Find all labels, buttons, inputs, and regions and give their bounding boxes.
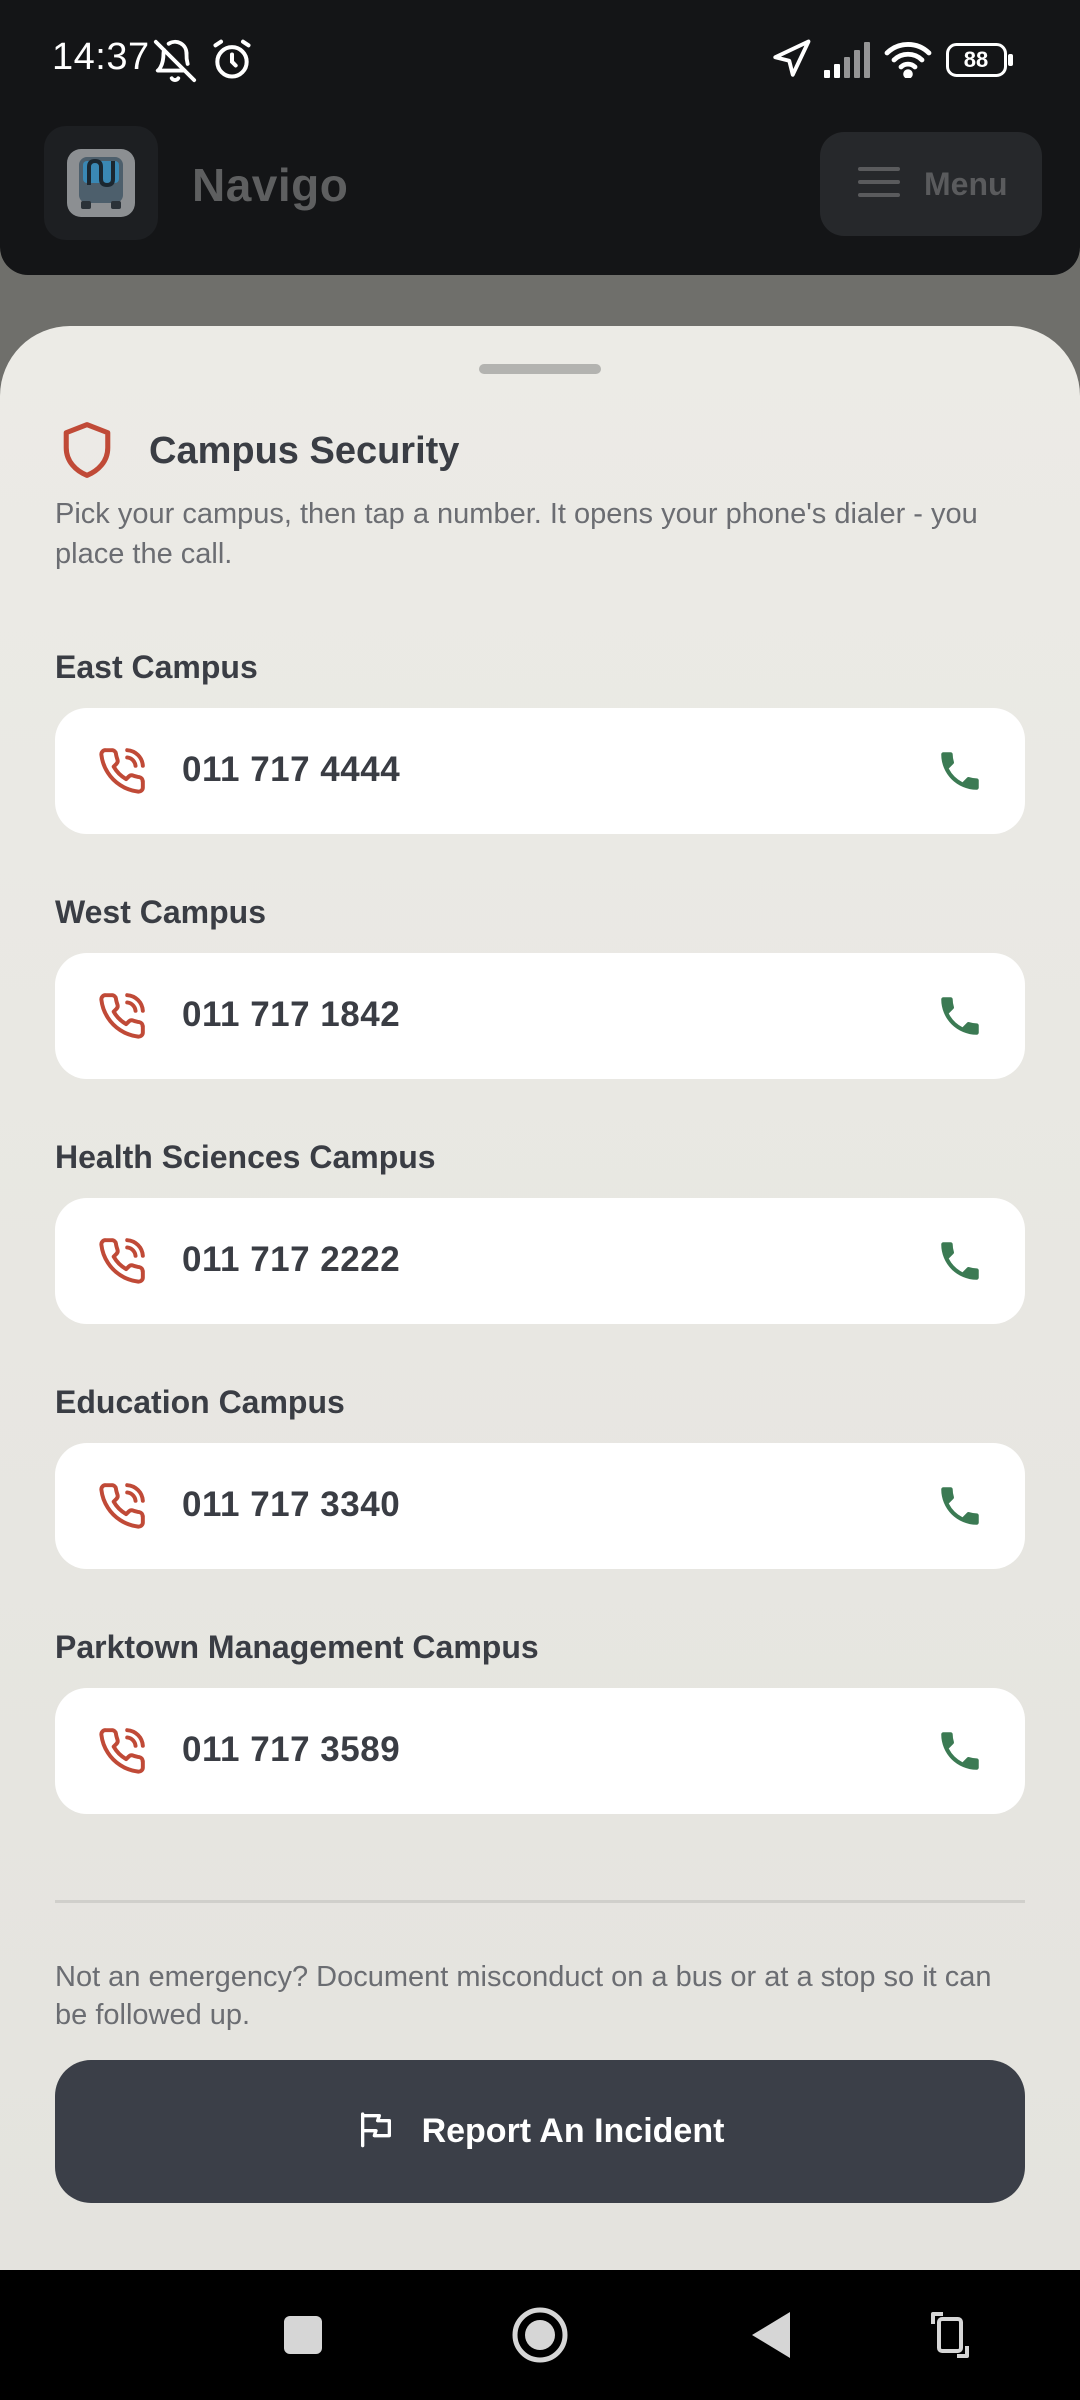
divider	[55, 1900, 1025, 1903]
home-button[interactable]	[500, 2270, 580, 2400]
phone-ringing-icon	[97, 1481, 147, 1536]
campus-label: Education Campus	[55, 1384, 345, 1420]
menu-button[interactable]: Menu	[820, 132, 1042, 236]
bus-logo-icon	[44, 126, 158, 240]
campus-label: Parktown Management Campus	[55, 1629, 539, 1665]
recents-button[interactable]	[268, 2270, 338, 2400]
system-nav-bar	[0, 2270, 1080, 2400]
phone-number: 011 717 4444	[182, 750, 401, 789]
phone-ringing-icon	[97, 1726, 147, 1781]
status-bar: 14:37 88	[0, 0, 1080, 120]
sheet-header: Campus Security	[55, 420, 1025, 500]
call-icon[interactable]	[935, 746, 985, 801]
status-time: 14:37	[52, 36, 150, 78]
call-icon[interactable]	[935, 991, 985, 1046]
wifi-icon	[884, 40, 932, 83]
app-top-area: 14:37 88 Navigo Menu	[0, 0, 1080, 275]
phone-number: 011 717 1842	[182, 995, 401, 1034]
sheet-title: Campus Security	[149, 430, 460, 472]
bell-off-icon	[152, 38, 198, 89]
phone-card[interactable]: 011 717 1842	[55, 953, 1025, 1079]
campus-label: East Campus	[55, 649, 258, 685]
phone-ringing-icon	[97, 991, 147, 1046]
hamburger-icon	[858, 165, 902, 204]
phone-card[interactable]: 011 717 3589	[55, 1688, 1025, 1814]
phone-ringing-icon	[97, 746, 147, 801]
back-button[interactable]	[740, 2270, 800, 2400]
phone-number: 011 717 3340	[182, 1485, 401, 1524]
campus-label: West Campus	[55, 894, 267, 930]
menu-label: Menu	[924, 165, 1008, 202]
drag-handle[interactable]	[479, 364, 601, 374]
call-icon[interactable]	[935, 1726, 985, 1781]
phone-number: 011 717 2222	[182, 1240, 401, 1279]
shield-icon	[59, 420, 115, 485]
phone-card[interactable]: 011 717 4444	[55, 708, 1025, 834]
campus-label: Health Sciences Campus	[55, 1139, 436, 1175]
phone-card[interactable]: 011 717 2222	[55, 1198, 1025, 1324]
phone-card[interactable]: 011 717 3340	[55, 1443, 1025, 1569]
app-title: Navigo	[192, 159, 349, 211]
report-incident-button[interactable]: Report An Incident	[55, 2060, 1025, 2203]
phone-ringing-icon	[97, 1236, 147, 1291]
phone-number: 011 717 3589	[182, 1730, 401, 1769]
location-arrow-icon	[770, 38, 812, 85]
campus-security-sheet: Campus Security Pick your campus, then t…	[0, 326, 1080, 2270]
call-icon[interactable]	[935, 1481, 985, 1536]
battery-icon: 88	[946, 43, 1014, 77]
report-button-label: Report An Incident	[421, 2112, 725, 2150]
footer-note: Not an emergency? Document misconduct on…	[55, 1961, 992, 2031]
sheet-description: Pick your campus, then tap a number. It …	[55, 498, 978, 570]
flag-icon	[356, 2109, 396, 2154]
battery-level: 88	[963, 47, 989, 72]
rotate-screen-icon[interactable]	[920, 2270, 980, 2400]
signal-icon	[824, 42, 874, 83]
alarm-icon	[210, 38, 254, 87]
call-icon[interactable]	[935, 1236, 985, 1291]
app-header: Navigo Menu	[0, 120, 1080, 275]
